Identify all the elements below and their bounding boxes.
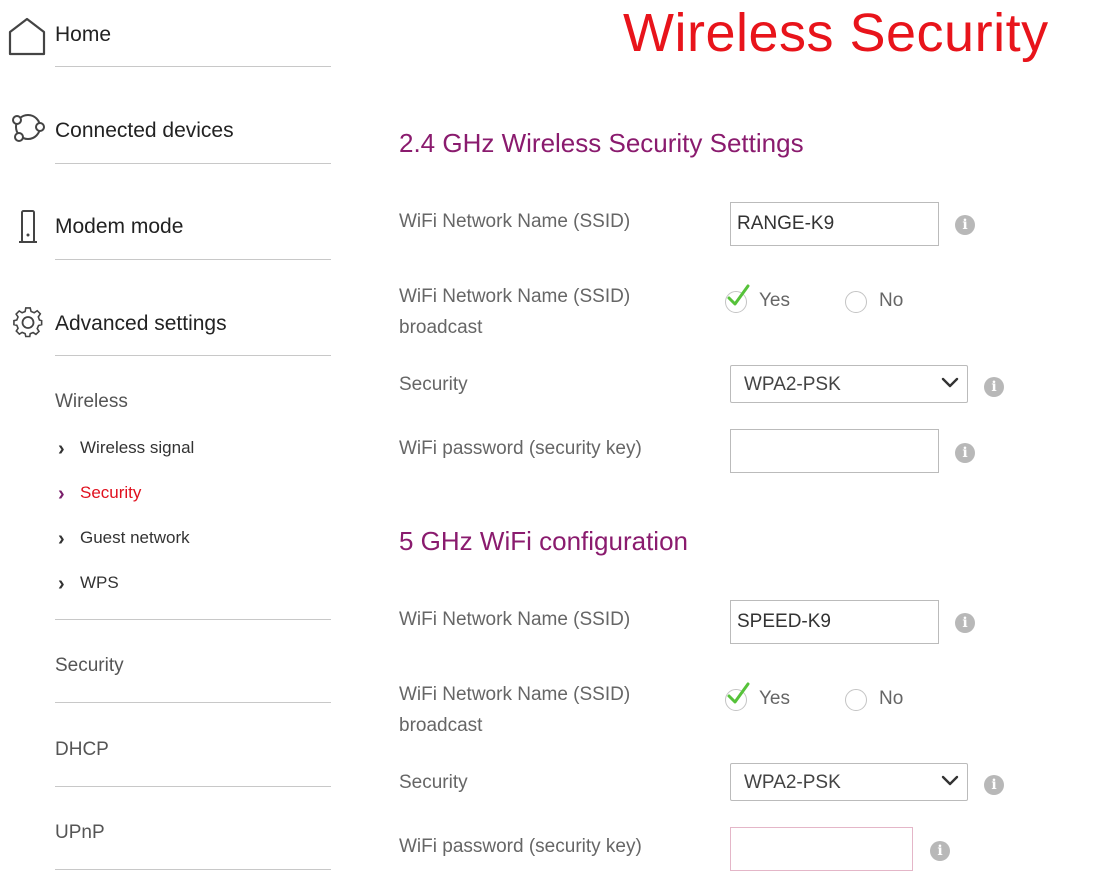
divider [55, 66, 331, 67]
info-icon[interactable]: i [984, 377, 1004, 397]
sidebar-subitem-guest-network[interactable]: › Guest network [58, 526, 318, 552]
broadcast-label: WiFi Network Name (SSID) broadcast [399, 281, 630, 343]
sidebar-item-label: Advanced settings [55, 312, 227, 335]
divider [55, 702, 331, 703]
section-title-5ghz: 5 GHz WiFi configuration [399, 526, 688, 556]
ssid-input-24ghz[interactable] [730, 202, 939, 246]
radio-label: No [879, 290, 904, 311]
security-select-5ghz[interactable]: WPA2-PSK [730, 763, 968, 801]
password-input-5ghz[interactable] [730, 827, 913, 871]
chevron-down-icon [941, 775, 959, 786]
chevron-right-icon: › [58, 528, 65, 550]
chevron-right-icon: › [58, 483, 65, 505]
sidebar-item-advanced-settings[interactable]: Advanced settings [0, 305, 340, 345]
security-select-24ghz[interactable]: WPA2-PSK [730, 365, 968, 403]
sidebar-subitem-label: WPS [80, 573, 119, 592]
select-value: WPA2-PSK [744, 374, 841, 395]
sidebar-subitem-label: Guest network [80, 528, 190, 547]
sidebar-item-label: Home [55, 23, 112, 46]
ssid-label: WiFi Network Name (SSID) [399, 211, 631, 232]
security-label: Security [399, 772, 468, 793]
sidebar-item-label: Modem mode [55, 215, 184, 238]
radio-label: No [879, 688, 904, 709]
radio-circle [845, 689, 867, 711]
sidebar-subitem-label: Wireless signal [80, 438, 195, 457]
chevron-right-icon: › [58, 438, 65, 460]
radio-label: Yes [759, 290, 790, 311]
checkmark-icon [727, 682, 750, 704]
sidebar-subitem-wireless-signal[interactable]: › Wireless signal [58, 436, 318, 462]
broadcast-radio-group-24ghz: Yes No [725, 284, 925, 317]
sidebar-item-modem-mode[interactable]: Modem mode [0, 208, 340, 248]
chevron-right-icon: › [58, 573, 65, 595]
radio-circle [845, 291, 867, 313]
ssid-label: WiFi Network Name (SSID) [399, 609, 631, 630]
divider [55, 163, 331, 164]
info-icon[interactable]: i [955, 215, 975, 235]
sidebar-item-label: Connected devices [55, 119, 234, 142]
select-value: WPA2-PSK [744, 772, 841, 793]
info-icon[interactable]: i [955, 443, 975, 463]
divider [55, 259, 331, 260]
chevron-down-icon [941, 377, 959, 388]
divider [55, 786, 331, 787]
home-icon [6, 16, 48, 56]
modem-icon [6, 208, 48, 248]
ssid-input-5ghz[interactable] [730, 600, 939, 644]
info-icon[interactable]: i [984, 775, 1004, 795]
divider [55, 619, 331, 620]
sidebar-subitem-label: Security [80, 483, 142, 502]
info-icon[interactable]: i [930, 841, 950, 861]
password-label: WiFi password (security key) [399, 438, 642, 459]
sidebar-section-dhcp[interactable]: DHCP [55, 739, 109, 761]
security-label: Security [399, 374, 468, 395]
connected-devices-icon [6, 112, 48, 152]
wireless-heading: Wireless [55, 391, 128, 412]
sidebar-subitem-wps[interactable]: › WPS [58, 571, 318, 597]
checkmark-icon [727, 284, 750, 306]
divider [55, 355, 331, 356]
page-title: Wireless Security [623, 3, 1049, 63]
info-icon[interactable]: i [955, 613, 975, 633]
broadcast-label: WiFi Network Name (SSID) broadcast [399, 679, 630, 741]
gear-icon [6, 305, 48, 345]
broadcast-label-line2: broadcast [399, 715, 483, 736]
sidebar-subitem-security[interactable]: › Security [58, 481, 318, 507]
broadcast-label-line1: WiFi Network Name (SSID) [399, 684, 631, 705]
section-title-24ghz: 2.4 GHz Wireless Security Settings [399, 128, 804, 158]
broadcast-label-line2: broadcast [399, 317, 483, 338]
sidebar-item-connected-devices[interactable]: Connected devices [0, 112, 340, 152]
password-input-24ghz[interactable] [730, 429, 939, 473]
sidebar-section-security[interactable]: Security [55, 655, 124, 677]
sidebar-section-upnp[interactable]: UPnP [55, 822, 105, 844]
divider [55, 869, 331, 870]
password-label: WiFi password (security key) [399, 836, 642, 857]
sidebar-item-home[interactable]: Home [0, 16, 340, 56]
radio-label: Yes [759, 688, 790, 709]
broadcast-radio-group-5ghz: Yes No [725, 682, 925, 715]
broadcast-label-line1: WiFi Network Name (SSID) [399, 286, 631, 307]
